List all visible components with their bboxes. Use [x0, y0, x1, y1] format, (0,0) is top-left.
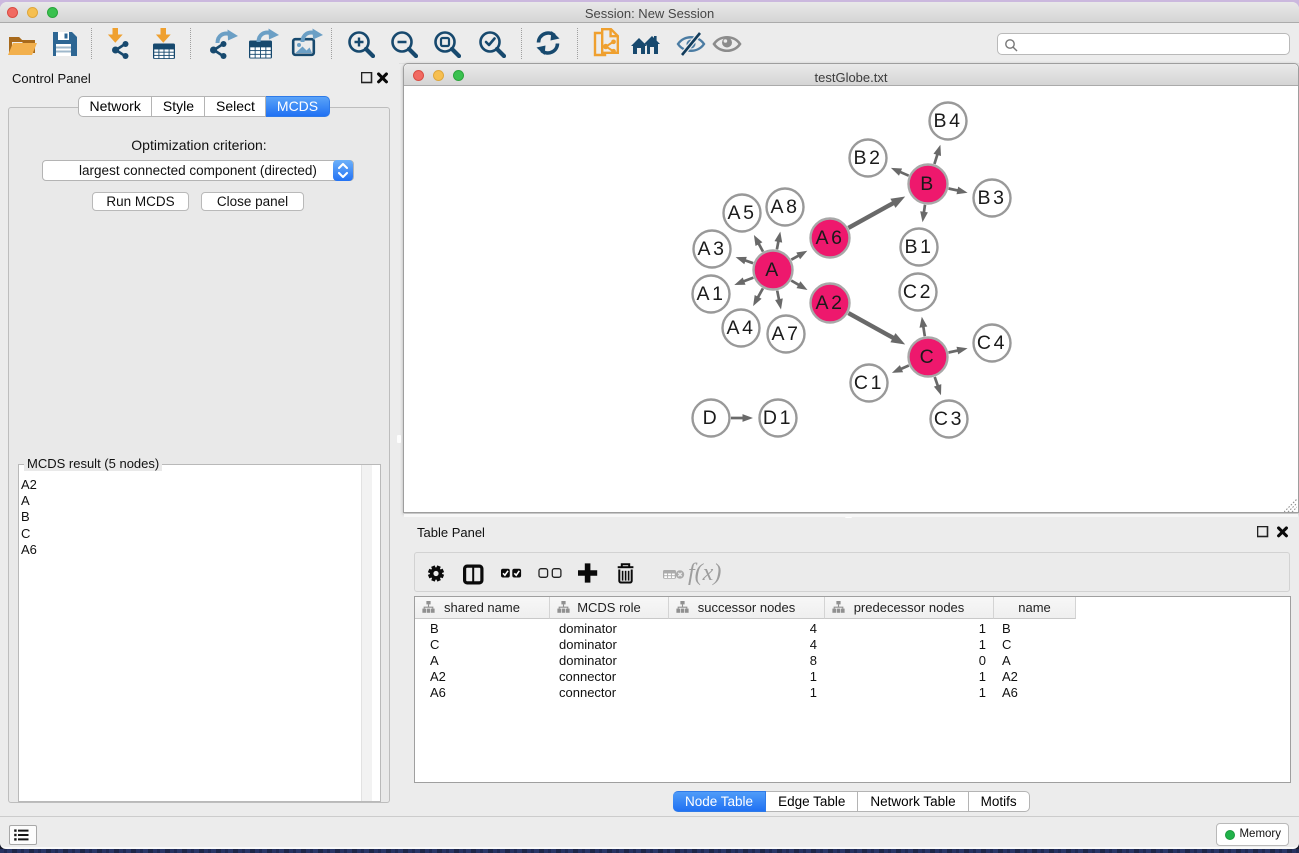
svg-text:A2: A2	[815, 292, 844, 314]
svg-text:A5: A5	[727, 202, 756, 224]
svg-text:C3: C3	[934, 408, 964, 430]
svg-text:C: C	[920, 346, 937, 368]
svg-text:A: A	[765, 259, 781, 281]
svg-text:D: D	[703, 407, 720, 429]
svg-text:A8: A8	[770, 196, 799, 218]
svg-text:C2: C2	[903, 281, 933, 303]
svg-text:D1: D1	[763, 407, 793, 429]
svg-text:B2: B2	[853, 147, 882, 169]
svg-text:A7: A7	[771, 323, 800, 345]
svg-text:A3: A3	[697, 238, 726, 260]
svg-text:A4: A4	[726, 317, 755, 339]
svg-text:A1: A1	[696, 283, 725, 305]
svg-text:C1: C1	[854, 372, 884, 394]
svg-text:C4: C4	[977, 332, 1007, 354]
svg-text:B: B	[920, 173, 936, 195]
svg-text:B1: B1	[904, 236, 933, 258]
svg-text:B4: B4	[933, 110, 962, 132]
svg-text:A6: A6	[815, 227, 844, 249]
svg-text:B3: B3	[977, 187, 1006, 209]
